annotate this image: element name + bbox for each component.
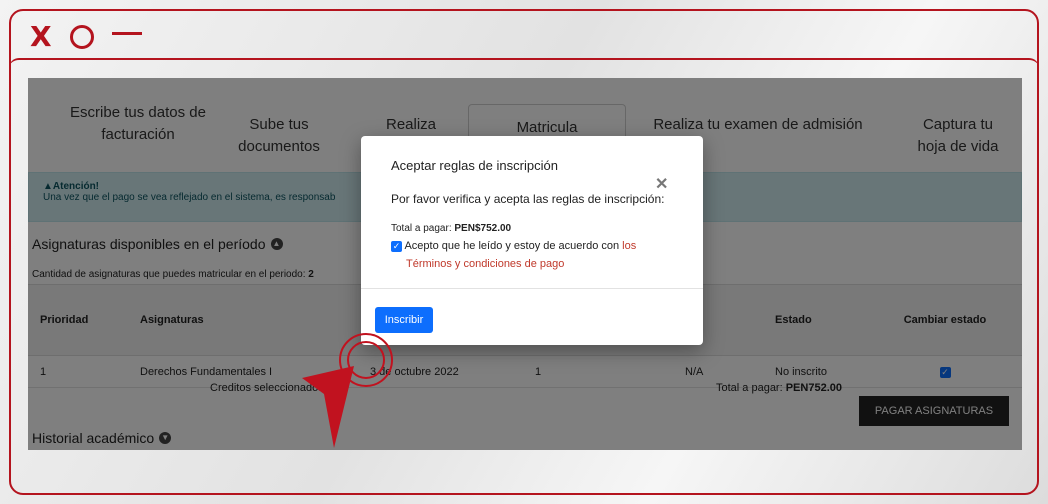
close-icon[interactable]: X (30, 23, 52, 51)
accept-terms-checkbox[interactable]: ✓ (391, 241, 402, 252)
close-icon[interactable]: ✕ (655, 174, 668, 194)
terms-link-los[interactable]: los (622, 240, 636, 252)
accept-terms-row: ✓ Acepto que he leído y estoy de acuerdo… (391, 237, 691, 273)
modal-total: Total a pagar: PEN$752.00 (391, 223, 511, 234)
modal-title: Aceptar reglas de inscripción (391, 158, 558, 173)
accept-terms-text: Acepto que he leído y estoy de acuerdo c… (404, 240, 620, 252)
restore-icon[interactable] (69, 25, 94, 49)
frame-divider (9, 58, 1039, 68)
window-controls: X (30, 20, 142, 54)
minimize-icon[interactable] (111, 31, 142, 35)
modal-message: Por favor verifica y acepta las reglas d… (391, 192, 665, 206)
modal-total-value: PEN$752.00 (454, 223, 512, 234)
enrollment-rules-modal: Aceptar reglas de inscripción ✕ Por favo… (361, 136, 703, 345)
pointer-cursor-icon (302, 333, 393, 448)
modal-total-label: Total a pagar: (391, 223, 452, 234)
terms-link[interactable]: Términos y condiciones de pago (391, 258, 564, 270)
modal-divider (361, 288, 703, 289)
